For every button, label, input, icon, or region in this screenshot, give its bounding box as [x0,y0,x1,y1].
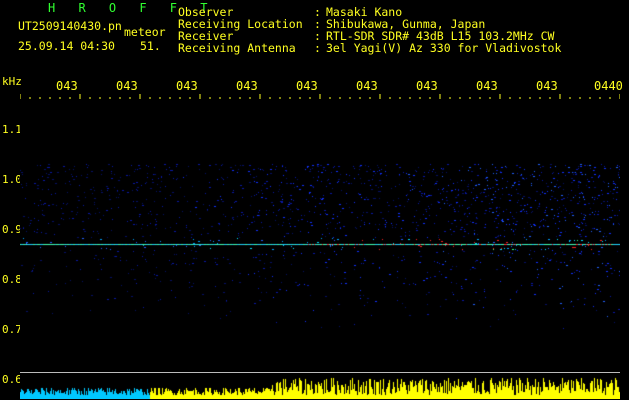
antenna-colon: : [314,41,321,55]
y-tick-1-1: 1.1 [2,123,22,136]
x-tick-5: 043 [296,79,318,93]
meteor-label: meteor [124,25,166,39]
x-tick-2: 043 [116,79,138,93]
y-tick-0-6: 0.6 [2,373,22,386]
x-tick-4: 043 [236,79,258,93]
y-tick-0-9: 0.9 [2,223,22,236]
y-tick-0-7: 0.7 [2,323,22,336]
y-axis-unit: kHz [2,75,22,88]
file-name: UT2509140430.pn [18,19,122,33]
x-tick-1: 043 [56,79,78,93]
baseline-divider [20,372,620,373]
antenna-value: 3el Yagi(V) Az 330 for Vladivostok [326,41,562,55]
x-tick-3: 043 [176,79,198,93]
x-tick-9: 043 [536,79,558,93]
x-tick-8: 043 [476,79,498,93]
spectrogram-canvas [20,99,620,399]
x-tick-6: 043 [356,79,378,93]
antenna-label: Receiving Antenna [178,41,296,55]
x-tick-7: 043 [416,79,438,93]
meteor-count: 51. [140,39,161,53]
date-time: 25.09.14 04:30 [18,39,115,53]
y-tick-1-0: 1.0 [2,173,22,186]
x-tick-10: 0440 [594,79,623,93]
y-tick-0-8: 0.8 [2,273,22,286]
